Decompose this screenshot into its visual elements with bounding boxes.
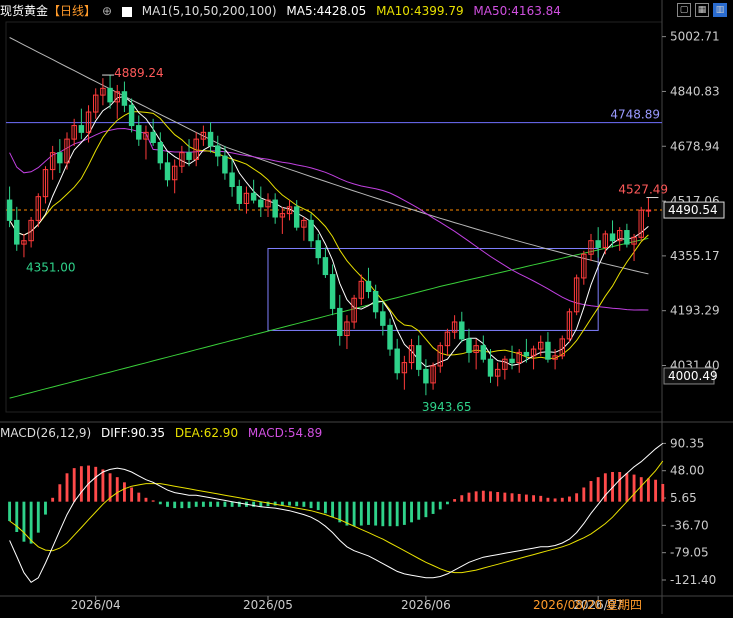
- candle-body[interactable]: [186, 152, 192, 160]
- candle-body[interactable]: [380, 311, 386, 326]
- candle-body[interactable]: [337, 307, 343, 337]
- low-april-label: 4351.00: [26, 260, 76, 274]
- ma5-value: MA5:4428.05: [286, 4, 367, 18]
- resistance-label: 4748.89: [610, 108, 660, 122]
- candle-body[interactable]: [78, 125, 85, 133]
- macd-value: MACD:54.89: [247, 426, 323, 440]
- candle-body[interactable]: [14, 219, 20, 245]
- candle-body[interactable]: [624, 230, 630, 245]
- candle-body[interactable]: [128, 104, 135, 127]
- candle-body[interactable]: [150, 131, 156, 144]
- candle-body[interactable]: [121, 91, 128, 106]
- macd-tick-label: 90.35: [670, 436, 704, 450]
- candle-body[interactable]: [107, 87, 113, 103]
- candle-body[interactable]: [207, 131, 214, 147]
- candle-body[interactable]: [423, 368, 429, 384]
- candle-body[interactable]: [157, 142, 164, 164]
- macd-tick-label: -79.05: [670, 546, 709, 560]
- price-tick-label: 4678.94: [670, 139, 720, 153]
- high-label: 4889.24: [114, 66, 164, 80]
- time-tick-label: 2026/04: [71, 598, 121, 612]
- candle-body[interactable]: [222, 155, 228, 174]
- price-tick-label: 4840.83: [670, 84, 720, 98]
- diff-value: DIFF:90.35: [100, 426, 166, 440]
- price-tick-label: 4355.17: [670, 249, 720, 263]
- ma50-line: [9, 127, 649, 311]
- candle-body[interactable]: [509, 358, 515, 364]
- macd-tick-label: 5.65: [670, 491, 697, 505]
- square-icon[interactable]: ▢: [677, 3, 691, 17]
- candle-body[interactable]: [164, 162, 171, 181]
- candle-body[interactable]: [459, 321, 465, 340]
- candle-body[interactable]: [329, 274, 336, 309]
- ma200-line: [9, 237, 649, 399]
- dea-value: DEA:62.90: [174, 426, 239, 440]
- macd-tick-label: 48.00: [670, 464, 704, 478]
- recent-high-label: 4527.49: [618, 183, 668, 197]
- diff-line: [9, 442, 664, 583]
- candle-body[interactable]: [415, 345, 422, 370]
- candle-body[interactable]: [236, 186, 243, 204]
- candle-body[interactable]: [480, 345, 487, 360]
- last-price-label: 4490.54: [668, 203, 718, 217]
- candle-body[interactable]: [272, 199, 278, 218]
- macd-header: MACD(26,12,9) DIFF:90.35 DEA:62.90 MACD:…: [0, 424, 328, 442]
- candle-body[interactable]: [136, 125, 142, 140]
- time-tick-label: 2026/05: [243, 598, 293, 612]
- candle-body[interactable]: [595, 240, 601, 248]
- instrument-name[interactable]: 现货黄金: [0, 4, 48, 18]
- candle-body[interactable]: [57, 152, 63, 164]
- low-july-label: 3943.65: [422, 400, 472, 414]
- price-tick-label: 5002.71: [670, 30, 720, 44]
- dea-line: [9, 460, 664, 574]
- ma100-line: [9, 37, 649, 275]
- candle-body[interactable]: [372, 290, 379, 313]
- candle-body[interactable]: [293, 206, 300, 228]
- candle-body[interactable]: [6, 199, 13, 221]
- candle-body[interactable]: [308, 219, 314, 242]
- chart-header: 现货黄金【日线】 ⊕ MA1(5,10,50,200,100) MA5:4428.…: [0, 0, 733, 22]
- macd-tick-label: -121.40: [670, 573, 716, 587]
- period-label[interactable]: 【日线】: [48, 4, 96, 18]
- chart-svg[interactable]: 5002.714840.834678.944517.064355.174193.…: [0, 0, 733, 614]
- candle-body[interactable]: [545, 341, 551, 360]
- candle-body[interactable]: [229, 172, 235, 188]
- candle-body[interactable]: [487, 358, 494, 377]
- chart-stage[interactable]: 5002.71 4840.83 4678.94 4517.06 4355.17 4193.…: [0, 0, 733, 614]
- candle-body[interactable]: [315, 240, 321, 259]
- candle-body[interactable]: [523, 351, 530, 357]
- current-date-label: 2026/08/20 星期四: [533, 598, 642, 612]
- bar-chart-icon[interactable]: ▥: [713, 3, 727, 17]
- ma10-line: [9, 111, 649, 360]
- candle-body[interactable]: [215, 145, 221, 157]
- box-bottom-label: 4000.49: [668, 369, 718, 383]
- candle-body[interactable]: [394, 348, 400, 374]
- grid-icon[interactable]: ▦: [695, 3, 709, 17]
- candle-body[interactable]: [322, 257, 329, 276]
- ma-label[interactable]: MA1(5,10,50,200,100): [142, 4, 277, 18]
- ma10-value: MA10:4399.79: [376, 4, 464, 18]
- toolbar-icons: ▢ ▦ ▥: [677, 3, 727, 17]
- price-tick-label: 4193.29: [670, 304, 720, 318]
- ma50-value: MA50:4163.84: [473, 4, 561, 18]
- candle-body[interactable]: [645, 209, 652, 212]
- indicator-icon[interactable]: [121, 6, 132, 17]
- candle-body[interactable]: [258, 199, 264, 208]
- candle-body[interactable]: [609, 233, 616, 242]
- candle-body[interactable]: [365, 280, 372, 292]
- macd-label[interactable]: MACD(26,12,9): [0, 426, 91, 440]
- macd-tick-label: -36.70: [670, 518, 709, 532]
- candle-body[interactable]: [250, 192, 257, 201]
- settings-icon[interactable]: ⊕: [102, 4, 112, 18]
- candle-body[interactable]: [466, 338, 472, 353]
- candle-body[interactable]: [387, 324, 393, 350]
- time-tick-label: 2026/06: [401, 598, 451, 612]
